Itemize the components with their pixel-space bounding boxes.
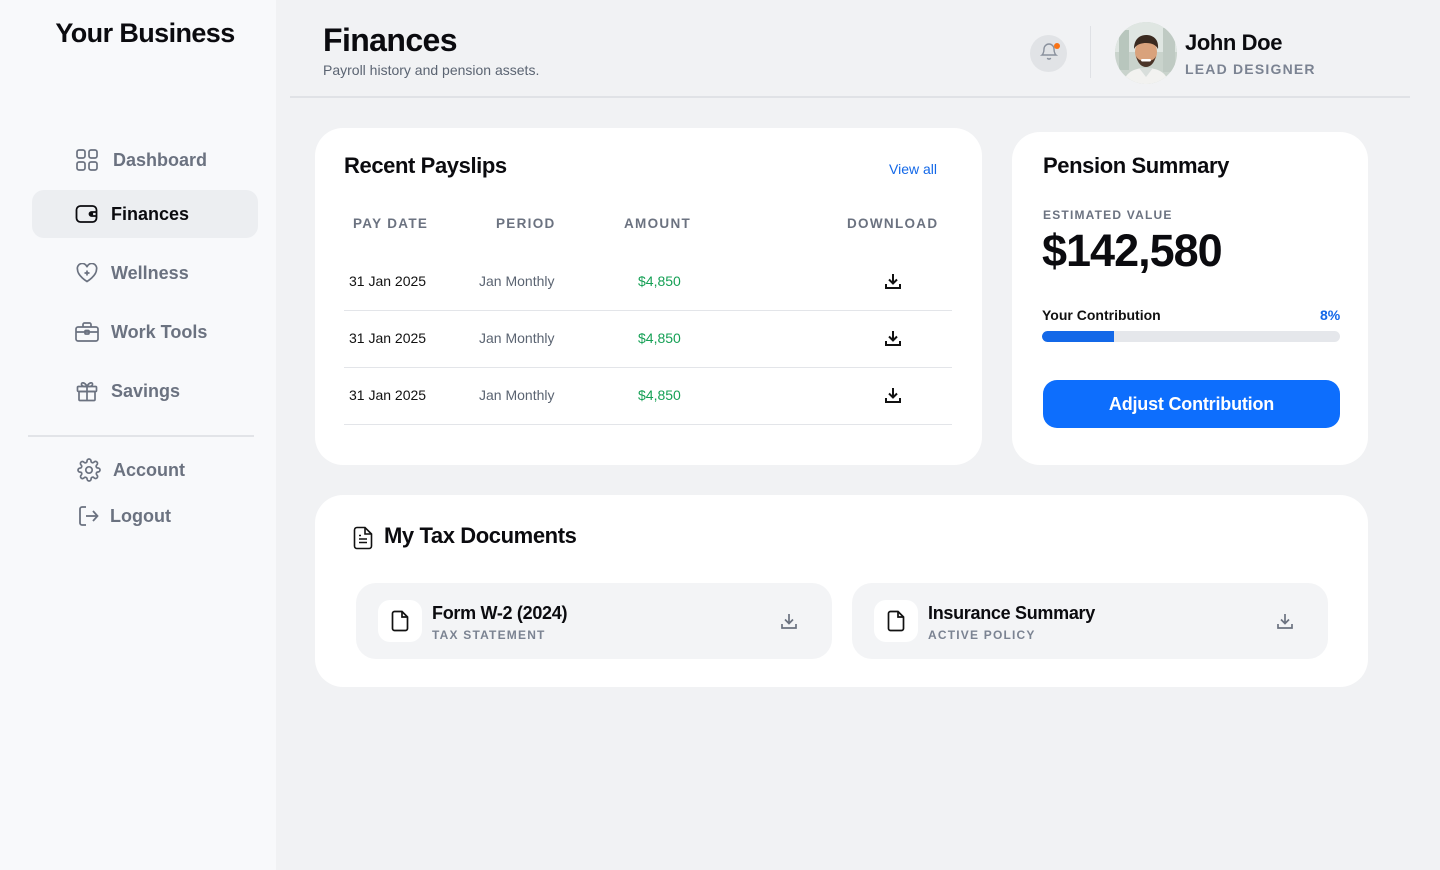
page-subtitle: Payroll history and pension assets. (323, 62, 540, 78)
sidebar-item-label: Savings (111, 380, 181, 401)
table-row: 31 Jan 2025 Jan Monthly $4,850 (344, 368, 952, 425)
sidebar-divider (28, 435, 254, 437)
download-icon[interactable] (882, 327, 904, 349)
pay-date: 31 Jan 2025 (349, 387, 427, 403)
pay-date: 31 Jan 2025 (349, 330, 427, 346)
contribution-label: Your Contribution (1042, 307, 1161, 323)
view-all-link[interactable]: View all (889, 161, 937, 177)
contribution-progress-fill (1042, 331, 1114, 342)
sidebar-item-label: Work Tools (111, 321, 208, 342)
user-role: LEAD DESIGNER (1185, 61, 1316, 77)
sidebar-item-work-tools[interactable]: Work Tools (32, 308, 258, 356)
gear-icon (77, 458, 101, 482)
tax-documents-title: My Tax Documents (384, 523, 577, 548)
pay-period: Jan Monthly (479, 387, 555, 403)
contribution-progress-bar (1042, 331, 1340, 342)
sidebar-item-logout[interactable]: Logout (32, 492, 258, 540)
sidebar-item-dashboard[interactable]: Dashboard (32, 136, 258, 184)
heart-plus-icon (75, 261, 99, 285)
header-divider (290, 96, 1410, 98)
table-row: 31 Jan 2025 Jan Monthly $4,850 (344, 254, 952, 311)
pay-period: Jan Monthly (479, 330, 555, 346)
sidebar-item-wellness[interactable]: Wellness (32, 249, 258, 297)
sidebar-item-account[interactable]: Account (32, 446, 258, 494)
adjust-contribution-button[interactable]: Adjust Contribution (1043, 380, 1340, 428)
page-title: Finances (323, 22, 458, 58)
table-row: 31 Jan 2025 Jan Monthly $4,850 (344, 311, 952, 368)
tax-documents-card: My Tax Documents Form W-2 (2024) TAX STA… (315, 495, 1368, 687)
column-header-amount: AMOUNT (624, 216, 692, 231)
payslips-title: Recent Payslips (344, 153, 507, 178)
sidebar-item-finances[interactable]: Finances (32, 190, 258, 238)
estimated-value: $142,580 (1042, 225, 1223, 276)
notification-button[interactable] (1030, 35, 1067, 72)
sidebar-item-label: Account (113, 459, 185, 480)
document-type: ACTIVE POLICY (928, 628, 1036, 642)
column-header-download: DOWNLOAD (847, 216, 939, 231)
notification-dot (1054, 43, 1060, 49)
sidebar-item-label: Dashboard (113, 149, 208, 170)
document-icon (353, 526, 375, 550)
contribution-percent: 8% (1320, 307, 1341, 323)
tax-document-item[interactable]: Form W-2 (2024) TAX STATEMENT (356, 583, 832, 659)
header-separator (1090, 26, 1091, 78)
avatar[interactable] (1115, 22, 1177, 84)
file-icon (378, 600, 422, 642)
gift-icon (75, 379, 99, 403)
pay-amount: $4,850 (638, 273, 681, 289)
sidebar-item-label: Logout (110, 505, 171, 526)
pension-title: Pension Summary (1043, 153, 1229, 178)
file-icon (874, 600, 918, 642)
column-header-pay-date: PAY DATE (353, 216, 429, 231)
logout-icon (77, 504, 101, 528)
recent-payslips-card: Recent Payslips View all PAY DATE PERIOD… (315, 128, 982, 465)
estimated-value-label: ESTIMATED VALUE (1043, 208, 1173, 222)
column-header-period: PERIOD (496, 216, 556, 231)
pay-date: 31 Jan 2025 (349, 273, 427, 289)
pay-amount: $4,850 (638, 387, 681, 403)
document-name: Insurance Summary (928, 603, 1095, 623)
sidebar-item-label: Finances (111, 203, 190, 224)
briefcase-icon (75, 320, 99, 344)
pay-amount: $4,850 (638, 330, 681, 346)
pay-period: Jan Monthly (479, 273, 555, 289)
download-icon[interactable] (882, 384, 904, 406)
download-icon[interactable] (778, 610, 800, 632)
pension-summary-card: Pension Summary ESTIMATED VALUE $142,580… (1012, 132, 1368, 465)
brand-logo: Your Business (55, 18, 235, 48)
user-name: John Doe (1185, 30, 1283, 55)
document-name: Form W-2 (2024) (432, 603, 568, 623)
sidebar: Your Business Dashboard Finances Wellnes… (0, 0, 276, 870)
tax-document-item[interactable]: Insurance Summary ACTIVE POLICY (852, 583, 1328, 659)
download-icon[interactable] (1274, 610, 1296, 632)
document-type: TAX STATEMENT (432, 628, 546, 642)
sidebar-item-label: Wellness (111, 262, 189, 283)
grid-icon (75, 148, 99, 172)
wallet-icon (75, 202, 99, 226)
sidebar-item-savings[interactable]: Savings (32, 367, 258, 415)
download-icon[interactable] (882, 270, 904, 292)
